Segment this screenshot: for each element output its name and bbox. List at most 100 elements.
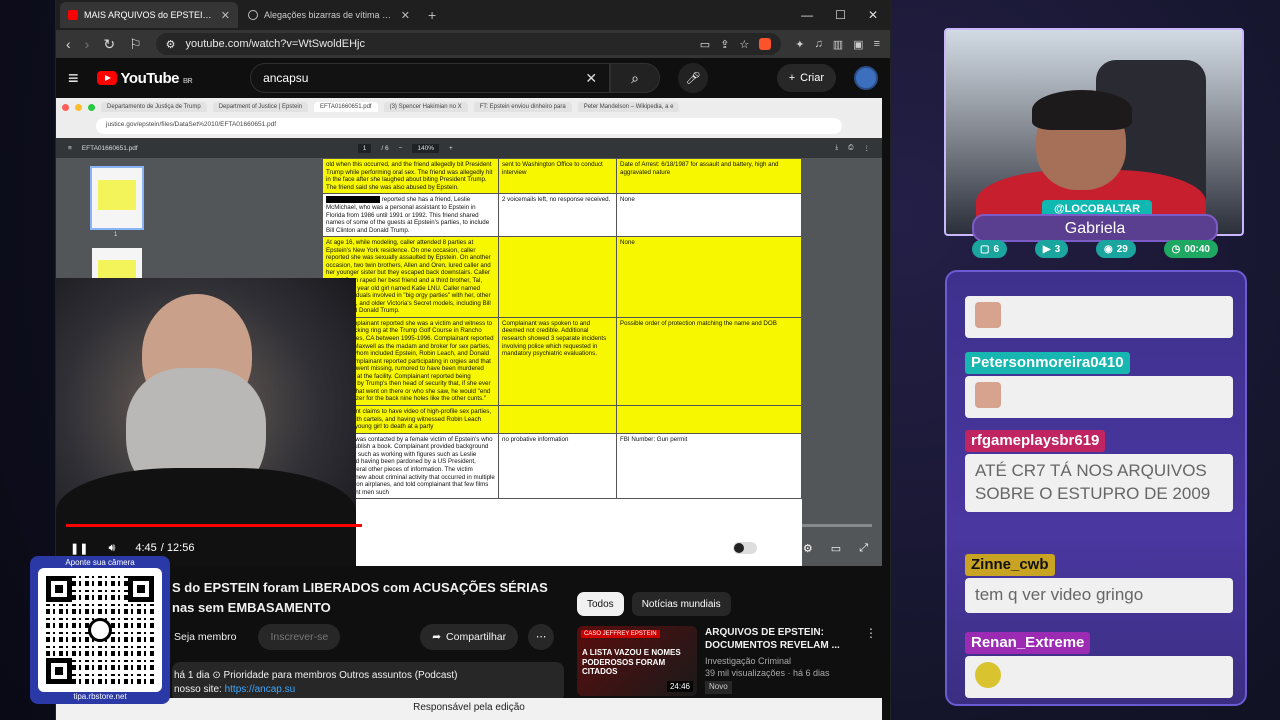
pdf-table-row: reported she has a friend, Leslie McMich… [322,193,802,238]
description-link[interactable]: https://ancap.su [225,684,296,695]
recommended-channel[interactable]: Investigação Criminal [705,655,857,667]
search-button[interactable]: ⌕ [610,63,661,93]
download-icon: ⤓ [835,144,839,151]
pdf-cell-text: no probative information [502,435,569,443]
search-icon: ⌕ [631,69,639,86]
tab-article[interactable]: Alegações bizarras de vítima de Epstein … [240,2,418,28]
sidebar-icon[interactable]: ▥ [833,38,843,51]
forward-icon[interactable]: › [85,36,90,52]
captions-icon[interactable]: ▤ [775,542,785,555]
pdf-menu-icon: ≡ [68,144,72,152]
region-code: BR [182,77,193,85]
inner-tab: EFTA01660651.pdf [313,102,378,112]
avatar[interactable] [854,66,878,90]
tab-youtube[interactable]: MAIS ARQUIVOS do EPSTEIN foram ✕ [60,2,238,28]
music-icon[interactable]: ♫ [815,38,823,51]
plus-icon: + [788,72,796,84]
youtube-logo[interactable]: YouTube BR [96,69,193,87]
volume-icon[interactable]: 🔊︎ [108,542,115,555]
url-field[interactable]: ⚙ youtube.com/watch?v=WtSwoldEHjc ▭ ⇪ ☆ [155,33,782,55]
pdf-cell-text: sent to Washington Office to conduct int… [502,161,603,176]
inner-tab: Department of Justice | Epstein [212,102,308,112]
pdf-table-cell: Date of Arrest: 6/18/1987 for assault an… [616,158,802,195]
extension-icon[interactable]: ✦ [795,38,804,51]
pdf-table-cell [616,405,802,434]
bookmark-icon[interactable]: ⚐ [129,36,142,53]
stat-value: 29 [1116,243,1128,255]
subscribe-button[interactable]: Inscrever-se [258,624,341,650]
settings-icon[interactable]: ⚙ [803,542,813,555]
close-tab-icon[interactable]: ✕ [401,9,410,22]
recommendation-chips: Todos Notícias mundiais [577,592,731,616]
browser-window: MAIS ARQUIVOS do EPSTEIN foram ✕ Alegaçõ… [55,0,891,720]
chip-all[interactable]: Todos [577,592,624,616]
stat-timer: ◷ 00:40 [1163,240,1218,258]
chat-text: ATÉ CR7 TÁ NOS ARQUIVOS SOBRE O ESTUPRO … [965,454,1233,512]
new-tab-button[interactable]: + [420,7,444,23]
menu-icon[interactable]: ≡ [874,38,880,51]
stat-value: 6 [993,243,1000,255]
video-player[interactable]: Departamento de Justiça de Trump Departm… [56,98,882,566]
share-icon[interactable]: ⇪ [720,38,729,51]
search-input[interactable]: ancapsu ✕ [250,63,611,93]
reload-icon[interactable]: ↻ [103,36,115,53]
more-actions-button[interactable]: ⋯ [528,624,555,650]
pdf-table-cell: None [616,236,802,318]
zoom-in-icon: + [448,144,453,152]
video-description[interactable]: há 1 dia ⊙ Prioridade para membros Outro… [172,662,564,702]
qr-label: Aponte sua câmera [65,558,135,567]
chat-message: rfgameplaysbr619 ATÉ CR7 TÁ NOS ARQUIVOS… [965,430,1235,512]
video-details: S do EPSTEIN foram LIBERADOS com ACUSAÇÕ… [56,566,882,720]
recommended-title[interactable]: ARQUIVOS DE EPSTEIN: DOCUMENTOS REVELAM … [705,626,857,652]
description-prefix: nosso site: [174,684,225,695]
logo-text: YouTube [120,69,180,87]
control-right: ▤ ⚙ ▭ ⤢ [732,542,868,555]
close-tab-icon[interactable]: ✕ [221,9,230,22]
maximize-icon[interactable]: ☐ [835,8,846,22]
tab-bar: MAIS ARQUIVOS do EPSTEIN foram ✕ Alegaçõ… [56,0,890,30]
recommended-thumbnail[interactable]: CASO JEFFREY EPSTEIN A LISTA VAZOU E NOM… [577,626,697,696]
share-label: Compartilhar [446,631,507,643]
print-icon: ⎙ [848,144,854,151]
site-info-icon[interactable]: ⚙ [166,38,176,51]
inner-tab: (3) Spencer Hakimian no X [383,102,468,112]
recommended-video[interactable]: CASO JEFFREY EPSTEIN A LISTA VAZOU E NOM… [577,626,877,696]
minimize-icon[interactable]: — [801,8,813,22]
progress-bar[interactable] [66,524,872,527]
autoplay-toggle[interactable] [732,542,757,554]
back-icon[interactable]: ‹ [66,36,71,52]
install-icon[interactable]: ▭ [700,38,710,51]
pdf-table-row: Online complainant reported she was a vi… [322,316,802,407]
voice-search-button[interactable]: 🎤︎ [678,63,709,93]
create-label: Criar [800,72,824,84]
youtube-header: ≡ YouTube BR ancapsu ✕ ⌕ 🎤︎ + Criar [56,58,890,98]
star-icon[interactable]: ☆ [739,38,749,51]
chat-username: Renan_Extreme [965,632,1091,654]
fullscreen-icon[interactable]: ⤢ [859,542,868,555]
wallet-icon[interactable]: ▣ [853,38,863,51]
pdf-table-cell: reported she has a friend, Leslie McMich… [322,193,499,238]
youtube-play-icon [96,71,117,85]
clear-search-icon[interactable]: ✕ [585,70,597,87]
stat-value: 00:40 [1184,243,1210,255]
close-window-icon[interactable]: ✕ [868,8,878,22]
create-button[interactable]: + Criar [776,64,836,92]
theater-icon[interactable]: ▭ [831,542,841,555]
chip-world-news[interactable]: Notícias mundiais [631,592,731,616]
pdf-table-row: Claims he was contacted by a female vict… [322,432,802,500]
pause-icon[interactable]: ❚❚ [70,542,88,555]
inner-tab-bar: Departamento de Justiça de Trump Departm… [56,98,882,116]
qr-overlay: Aponte sua câmera tipa.rbstore.net [30,556,170,704]
pdf-cell-text: Possible order of protection matching th… [620,319,777,327]
join-button[interactable]: Seja membro [162,624,248,650]
pdf-table-cell: Possible order of protection matching th… [616,316,802,407]
share-button[interactable]: ➦ Compartilhar [420,624,519,650]
chat-message: Renan_Extreme [965,632,1235,698]
stat-video: ▶ 3 [1034,240,1069,258]
hamburger-menu-icon[interactable]: ≡ [68,68,79,89]
pdf-cell-text: None [620,196,635,204]
pdf-table-cell: Complainant was spoken to and deemed not… [498,316,617,407]
recommended-menu-icon[interactable]: ⋮ [865,626,877,696]
brave-shields-icon[interactable] [759,38,772,50]
traffic-light-yellow [75,103,82,111]
